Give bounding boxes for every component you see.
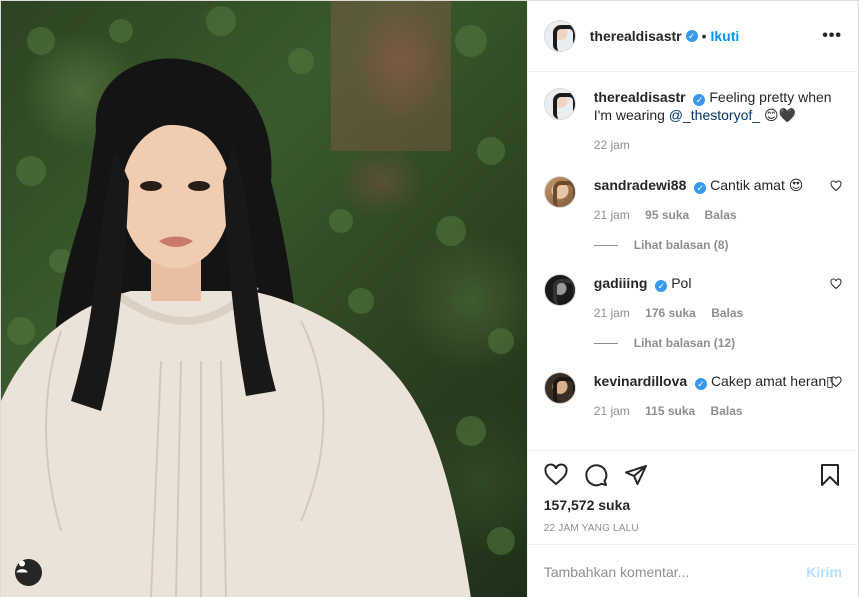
post-side-panel: therealdisastr ✓ • Ikuti ••• therealdisa… <box>526 1 858 597</box>
bookmark-icon[interactable] <box>818 463 842 487</box>
portrait-illustration <box>1 1 515 597</box>
comment-input[interactable] <box>543 563 807 580</box>
comment-likes[interactable]: 95 suka <box>645 208 689 222</box>
post-header: therealdisastr ✓ • Ikuti ••• <box>527 1 858 72</box>
post-comment-button[interactable]: Kirim <box>806 564 842 580</box>
author-username[interactable]: therealdisastr <box>590 28 682 44</box>
comment-composer: Kirim <box>527 544 858 597</box>
caption-mention-link[interactable]: @_thestoryof_ <box>669 107 760 123</box>
reply-button[interactable]: Balas <box>711 306 743 320</box>
post-photo[interactable] <box>1 1 527 597</box>
comment-time[interactable]: 21 jam <box>594 306 630 320</box>
author-avatar[interactable] <box>543 20 576 52</box>
reply-button[interactable]: Balas <box>705 208 737 222</box>
author-avatar[interactable] <box>543 88 576 120</box>
replies-line <box>593 342 618 344</box>
caption-time[interactable]: 22 jam <box>594 138 630 152</box>
comment-likes[interactable]: 176 suka <box>645 306 696 320</box>
comment-time[interactable]: 21 jam <box>594 404 630 418</box>
comment-username[interactable]: sandradewi88 <box>594 177 687 193</box>
comment-icon[interactable] <box>584 463 608 487</box>
instagram-post-modal: therealdisastr ✓ • Ikuti ••• therealdisa… <box>0 0 859 597</box>
caption-emoji: 😊🖤 <box>760 107 796 123</box>
likes-count[interactable]: 157,572 suka <box>544 497 842 513</box>
reply-button[interactable]: Balas <box>711 404 743 418</box>
follow-button[interactable]: Ikuti <box>711 28 740 44</box>
comments-list[interactable]: therealdisastr ✓ Feeling pretty when I'm… <box>528 72 858 450</box>
caption: therealdisastr ✓ Feeling pretty when I'm… <box>543 88 842 154</box>
commenter-avatar[interactable] <box>543 274 576 306</box>
commenter-avatar[interactable] <box>543 176 576 208</box>
verified-icon: ✓ <box>655 280 668 292</box>
comment-like-heart-icon[interactable] <box>830 278 842 290</box>
comment-text: Cantik amat 😍 <box>710 177 804 193</box>
commenter-avatar[interactable] <box>543 372 576 404</box>
heart-icon[interactable] <box>544 463 568 487</box>
comment-item: kevinardillova ✓ Cakep amat heran▯ 21 ja… <box>543 372 842 420</box>
comment-meta: 21 jam 176 suka Balas <box>594 304 842 322</box>
verified-icon: ✓ <box>685 30 698 42</box>
user-tag-icon[interactable] <box>15 559 42 586</box>
comment-item: sandradewi88 ✓ Cantik amat 😍 21 jam 95 s… <box>543 176 842 224</box>
view-replies-button[interactable]: Lihat balasan (8) <box>593 238 842 252</box>
post-actions: 157,572 suka 22 JAM YANG LALU <box>527 450 858 534</box>
comment-meta: 21 jam 115 suka Balas <box>594 402 842 420</box>
comment-item: gadiiing ✓ Pol 21 jam 176 suka Balas <box>543 274 842 322</box>
more-icon[interactable]: ••• <box>822 27 842 45</box>
verified-icon: ✓ <box>693 94 706 106</box>
comment-meta: 21 jam 95 suka Balas <box>594 206 842 224</box>
view-replies-label[interactable]: Lihat balasan (8) <box>634 238 729 252</box>
post-timestamp[interactable]: 22 JAM YANG LALU <box>544 523 842 534</box>
caption-username[interactable]: therealdisastr <box>594 89 686 105</box>
separator-dot: • <box>701 28 707 44</box>
comment-time[interactable]: 21 jam <box>594 208 630 222</box>
comment-text: Pol <box>671 275 692 291</box>
comment-text: Cakep amat heran▯ <box>710 373 834 389</box>
view-replies-label[interactable]: Lihat balasan (12) <box>634 336 735 350</box>
view-replies-button[interactable]: Lihat balasan (12) <box>593 336 842 350</box>
verified-icon: ✓ <box>695 378 708 390</box>
comment-like-heart-icon[interactable] <box>830 376 842 388</box>
verified-icon: ✓ <box>694 182 707 194</box>
share-icon[interactable] <box>624 463 648 487</box>
action-icons <box>544 461 842 489</box>
comment-likes[interactable]: 115 suka <box>645 404 695 418</box>
comment-username[interactable]: gadiiing <box>594 275 648 291</box>
caption-meta: 22 jam <box>594 136 842 154</box>
comment-username[interactable]: kevinardillova <box>594 373 687 389</box>
replies-line <box>593 244 618 246</box>
comment-like-heart-icon[interactable] <box>830 180 842 192</box>
